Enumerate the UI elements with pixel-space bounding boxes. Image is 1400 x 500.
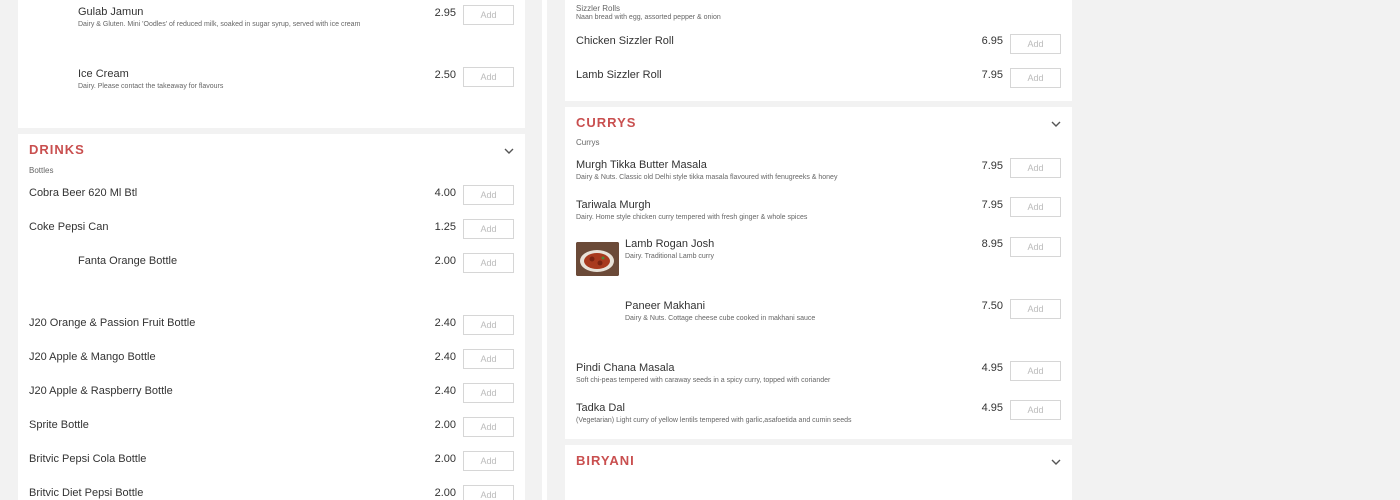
item-name: Tadka Dal <box>576 402 625 414</box>
add-button[interactable]: Add <box>1010 68 1061 88</box>
sizzler-card: Sizzler Rolls Naan bread with egg, assor… <box>565 0 1072 101</box>
item-price: 1.25 <box>434 221 456 233</box>
menu-item-name: Lamb Sizzler Roll <box>576 69 662 81</box>
item-price: 2.00 <box>434 419 456 431</box>
lamb-rogan-josh-image <box>576 242 619 276</box>
item-price: 2.00 <box>434 487 456 499</box>
add-button[interactable]: Add <box>463 185 514 205</box>
item-description: Dairy. Please contact the takeaway for f… <box>78 83 224 90</box>
chevron-down-icon[interactable] <box>1050 456 1062 468</box>
menu-item-name: Chicken Sizzler Roll <box>576 35 674 47</box>
menu-item-name: Coke Pepsi Can <box>29 221 109 233</box>
item-price: 7.95 <box>981 199 1003 211</box>
item-price: 2.95 <box>434 7 456 19</box>
item-name: Tariwala Murgh <box>576 199 651 211</box>
sizzler-subtitle-block: Sizzler Rolls Naan bread with egg, assor… <box>576 4 721 21</box>
left-column: Gulab Jamun Dairy & Gluten. Mini 'Oodles… <box>0 0 542 500</box>
section-title-biryani[interactable]: BIRYANI <box>576 453 635 468</box>
item-name: Lamb Rogan Josh <box>625 238 715 250</box>
menu-item-name: J20 Apple & Mango Bottle <box>29 351 156 363</box>
item-description: Dairy & Nuts. Classic old Delhi style ti… <box>576 174 838 181</box>
add-button[interactable]: Add <box>463 5 514 25</box>
item-name: Murgh Tikka Butter Masala <box>576 159 707 171</box>
item-name: Paneer Makhani <box>625 300 706 312</box>
chevron-down-icon[interactable] <box>503 145 515 157</box>
add-button[interactable]: Add <box>1010 197 1061 217</box>
menu-item-paneer-makhani: Paneer Makhani Dairy & Nuts. Cottage che… <box>625 300 815 322</box>
item-price: 4.00 <box>434 187 456 199</box>
menu-item-name: Sprite Bottle <box>29 419 89 431</box>
item-price: 6.95 <box>981 35 1003 47</box>
add-button[interactable]: Add <box>1010 237 1061 257</box>
menu-item-name: J20 Apple & Raspberry Bottle <box>29 385 173 397</box>
item-price: 2.00 <box>434 255 456 267</box>
add-button[interactable]: Add <box>1010 400 1061 420</box>
item-description: (Vegetarian) Light curry of yellow lenti… <box>576 417 852 424</box>
menu-item-tariwala-murgh: Tariwala Murgh Dairy. Home style chicken… <box>576 199 807 221</box>
menu-item-tadka-dal: Tadka Dal (Vegetarian) Light curry of ye… <box>576 402 851 424</box>
add-button[interactable]: Add <box>463 417 514 437</box>
item-price: 7.95 <box>981 69 1003 81</box>
item-description: Dairy & Nuts. Cottage cheese cube cooked… <box>625 315 816 322</box>
section-title-drinks[interactable]: DRINKS <box>29 142 85 157</box>
menu-item-name: Britvic Diet Pepsi Bottle <box>29 487 144 499</box>
menu-item-ice-cream: Ice Cream Dairy. Please contact the take… <box>78 68 223 90</box>
menu-item-pindi-chana: Pindi Chana Masala Soft chi-peas tempere… <box>576 362 830 384</box>
menu-item-name: Fanta Orange Bottle <box>78 255 178 267</box>
item-price: 4.95 <box>981 362 1003 374</box>
chevron-down-icon[interactable] <box>1050 118 1062 130</box>
section-subtitle: Bottles <box>29 166 54 175</box>
item-price: 8.95 <box>981 238 1003 250</box>
add-button[interactable]: Add <box>463 451 514 471</box>
item-name: Pindi Chana Masala <box>576 362 675 374</box>
menu-item-name: Cobra Beer 620 Ml Btl <box>29 187 138 199</box>
add-button[interactable]: Add <box>463 383 514 403</box>
item-price: 2.40 <box>434 317 456 329</box>
item-price: 7.50 <box>981 300 1003 312</box>
item-price: 4.95 <box>981 402 1003 414</box>
item-description: Dairy. Home style chicken curry tempered… <box>576 214 808 221</box>
section-title-currys[interactable]: CURRYS <box>576 115 636 130</box>
item-price: 2.40 <box>434 351 456 363</box>
add-button[interactable]: Add <box>463 67 514 87</box>
section-subtitle: Currys <box>576 138 600 147</box>
menu-item-lamb-rogan-josh: Lamb Rogan Josh Dairy. Traditional Lamb … <box>625 238 714 260</box>
add-button[interactable]: Add <box>463 485 514 500</box>
add-button[interactable]: Add <box>463 315 514 335</box>
add-button[interactable]: Add <box>1010 158 1061 178</box>
item-price: 2.00 <box>434 453 456 465</box>
menu-item-name: J20 Orange & Passion Fruit Bottle <box>29 317 196 329</box>
menu-item-gulab-jamun: Gulab Jamun Dairy & Gluten. Mini 'Oodles… <box>78 6 360 28</box>
add-button[interactable]: Add <box>1010 34 1061 54</box>
item-price: 7.95 <box>981 160 1003 172</box>
add-button[interactable]: Add <box>1010 299 1061 319</box>
currys-card: CURRYS Currys Murgh Tikka Butter Masala … <box>565 107 1072 439</box>
item-name: Ice Cream <box>78 68 129 80</box>
dish-photo[interactable] <box>576 242 619 276</box>
drinks-card: DRINKS Bottles Cobra Beer 620 Ml Btl 4.0… <box>18 134 525 500</box>
add-button[interactable]: Add <box>1010 361 1061 381</box>
section-description: Naan bread with egg, assorted pepper & o… <box>576 14 721 21</box>
right-column: Sizzler Rolls Naan bread with egg, assor… <box>547 0 1090 500</box>
menu-item-murgh-tikka: Murgh Tikka Butter Masala Dairy & Nuts. … <box>576 159 837 181</box>
add-button[interactable]: Add <box>463 349 514 369</box>
section-subtitle: Sizzler Rolls <box>576 4 621 13</box>
item-name: Gulab Jamun <box>78 6 144 18</box>
desserts-card: Gulab Jamun Dairy & Gluten. Mini 'Oodles… <box>18 0 525 128</box>
add-button[interactable]: Add <box>463 219 514 239</box>
item-description: Dairy. Traditional Lamb curry <box>625 253 714 260</box>
biryani-card: BIRYANI <box>565 445 1072 500</box>
item-description: Dairy & Gluten. Mini 'Oodles' of reduced… <box>78 21 361 28</box>
add-button[interactable]: Add <box>463 253 514 273</box>
item-price: 2.40 <box>434 385 456 397</box>
item-price: 2.50 <box>434 69 456 81</box>
item-description: Soft chi-peas tempered with caraway seed… <box>576 377 831 384</box>
menu-item-name: Britvic Pepsi Cola Bottle <box>29 453 147 465</box>
